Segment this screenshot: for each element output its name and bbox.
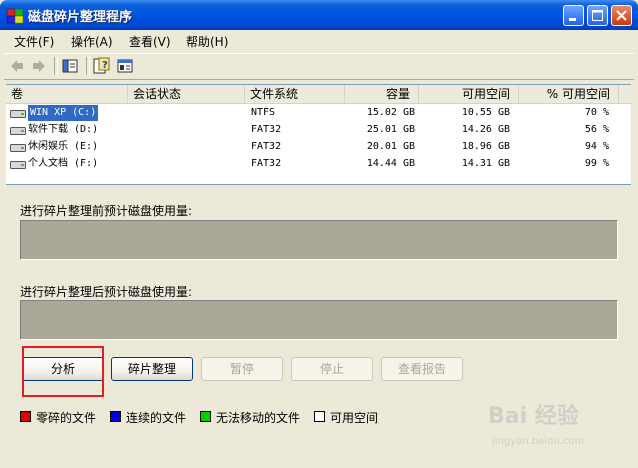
minimize-icon bbox=[569, 18, 576, 21]
column-header-session-status[interactable]: 会话状态 bbox=[128, 85, 245, 103]
column-header-capacity[interactable]: 容量 bbox=[345, 85, 419, 103]
column-header-percent-free[interactable]: % 可用空间 bbox=[519, 85, 619, 103]
minimize-button[interactable] bbox=[563, 5, 584, 26]
volume-percent-free: 56 % bbox=[584, 124, 609, 135]
toolbar-separator bbox=[86, 57, 90, 75]
menu-file[interactable]: 文件(F) bbox=[14, 33, 54, 50]
volume-free-space: 14.31 GB bbox=[461, 158, 510, 169]
volume-name: 休闲娱乐 (E:) bbox=[28, 141, 99, 152]
volume-name: 个人文档 (F:) bbox=[28, 158, 99, 169]
free-space-swatch bbox=[314, 411, 325, 422]
column-header-volume[interactable]: 卷 bbox=[6, 85, 128, 103]
forward-arrow-icon[interactable] bbox=[30, 57, 48, 75]
volume-list-header: 卷 会话状态 文件系统 容量 可用空间 % 可用空间 bbox=[6, 85, 631, 104]
title-bar[interactable]: 磁盘碎片整理程序 bbox=[0, 0, 638, 30]
unmovable-files-label: 无法移动的文件 bbox=[216, 411, 301, 425]
hard-drive-icon bbox=[10, 161, 26, 169]
back-arrow-icon[interactable] bbox=[8, 57, 26, 75]
volume-file-system: FAT32 bbox=[251, 124, 282, 135]
before-defrag-label: 进行碎片整理前预计磁盘使用量: bbox=[20, 204, 193, 218]
volume-file-system: FAT32 bbox=[251, 141, 282, 152]
svg-text:?: ? bbox=[102, 60, 108, 71]
volume-free-space: 18.96 GB bbox=[461, 141, 510, 152]
volume-percent-free: 99 % bbox=[584, 158, 609, 169]
volume-capacity: 20.01 GB bbox=[366, 141, 415, 152]
volume-free-space: 10.55 GB bbox=[461, 107, 510, 118]
watermark-text: Bai 经验 bbox=[488, 404, 579, 429]
menu-action[interactable]: 操作(A) bbox=[71, 33, 113, 50]
after-defrag-usage-display bbox=[20, 300, 618, 340]
column-header-free-space[interactable]: 可用空间 bbox=[419, 85, 519, 103]
contiguous-files-label: 连续的文件 bbox=[126, 411, 187, 425]
volume-percent-free: 94 % bbox=[584, 141, 609, 152]
pause-button[interactable]: 暂停 bbox=[201, 357, 283, 381]
watermark-url: jingyan.baidu.com bbox=[492, 436, 585, 447]
menu-view[interactable]: 查看(V) bbox=[129, 33, 171, 50]
toolbar-separator bbox=[54, 57, 58, 75]
volume-row[interactable]: 休闲娱乐 (E:) FAT32 20.01 GB 18.96 GB 94 % bbox=[6, 139, 631, 155]
view-report-button[interactable]: 查看报告 bbox=[381, 357, 463, 381]
baidu-watermark: Bai 经验 jingyan.baidu.com bbox=[488, 398, 636, 464]
volume-percent-free: 70 % bbox=[584, 107, 609, 118]
before-defrag-usage-display bbox=[20, 220, 618, 260]
stop-button[interactable]: 停止 bbox=[291, 357, 373, 381]
hard-drive-icon bbox=[10, 110, 26, 118]
fragmented-files-swatch bbox=[20, 411, 31, 422]
close-button[interactable] bbox=[611, 5, 632, 26]
defragment-button[interactable]: 碎片整理 bbox=[111, 357, 193, 381]
volume-file-system: NTFS bbox=[251, 107, 276, 118]
column-header-file-system[interactable]: 文件系统 bbox=[245, 85, 345, 103]
analyze-button[interactable]: 分析 bbox=[22, 357, 104, 381]
hard-drive-icon bbox=[10, 144, 26, 152]
properties-icon[interactable] bbox=[116, 57, 134, 75]
unmovable-files-swatch bbox=[200, 411, 211, 422]
hard-drive-icon bbox=[10, 127, 26, 135]
volume-free-space: 14.26 GB bbox=[461, 124, 510, 135]
volume-row[interactable]: 软件下载 (D:) FAT32 25.01 GB 14.26 GB 56 % bbox=[6, 122, 631, 138]
volume-list[interactable]: 卷 会话状态 文件系统 容量 可用空间 % 可用空间 WIN XP (C:) N… bbox=[6, 84, 631, 185]
volume-file-system: FAT32 bbox=[251, 158, 282, 169]
menu-bar: 文件(F) 操作(A) 查看(V) 帮助(H) bbox=[4, 30, 634, 52]
menu-help[interactable]: 帮助(H) bbox=[186, 33, 228, 50]
volume-capacity: 15.02 GB bbox=[366, 107, 415, 118]
close-icon bbox=[616, 10, 627, 21]
volume-name: 软件下载 (D:) bbox=[28, 124, 99, 135]
volume-name: WIN XP (C:) bbox=[28, 105, 99, 121]
maximize-icon bbox=[592, 10, 603, 21]
volume-capacity: 25.01 GB bbox=[366, 124, 415, 135]
free-space-label: 可用空间 bbox=[330, 411, 379, 425]
volume-row[interactable]: WIN XP (C:) NTFS 15.02 GB 10.55 GB 70 % bbox=[6, 105, 631, 121]
volume-row[interactable]: 个人文档 (F:) FAT32 14.44 GB 14.31 GB 99 % bbox=[6, 156, 631, 172]
help-icon[interactable]: ? bbox=[92, 57, 110, 75]
defrag-app-icon bbox=[6, 8, 24, 24]
window-title: 磁盘碎片整理程序 bbox=[28, 10, 133, 25]
after-defrag-label: 进行碎片整理后预计磁盘使用量: bbox=[20, 285, 193, 299]
fragmented-files-label: 零碎的文件 bbox=[36, 411, 97, 425]
toolbar: ? bbox=[4, 53, 634, 80]
maximize-button[interactable] bbox=[587, 5, 608, 26]
console-tree-icon[interactable] bbox=[61, 57, 79, 75]
volume-capacity: 14.44 GB bbox=[366, 158, 415, 169]
contiguous-files-swatch bbox=[110, 411, 121, 422]
